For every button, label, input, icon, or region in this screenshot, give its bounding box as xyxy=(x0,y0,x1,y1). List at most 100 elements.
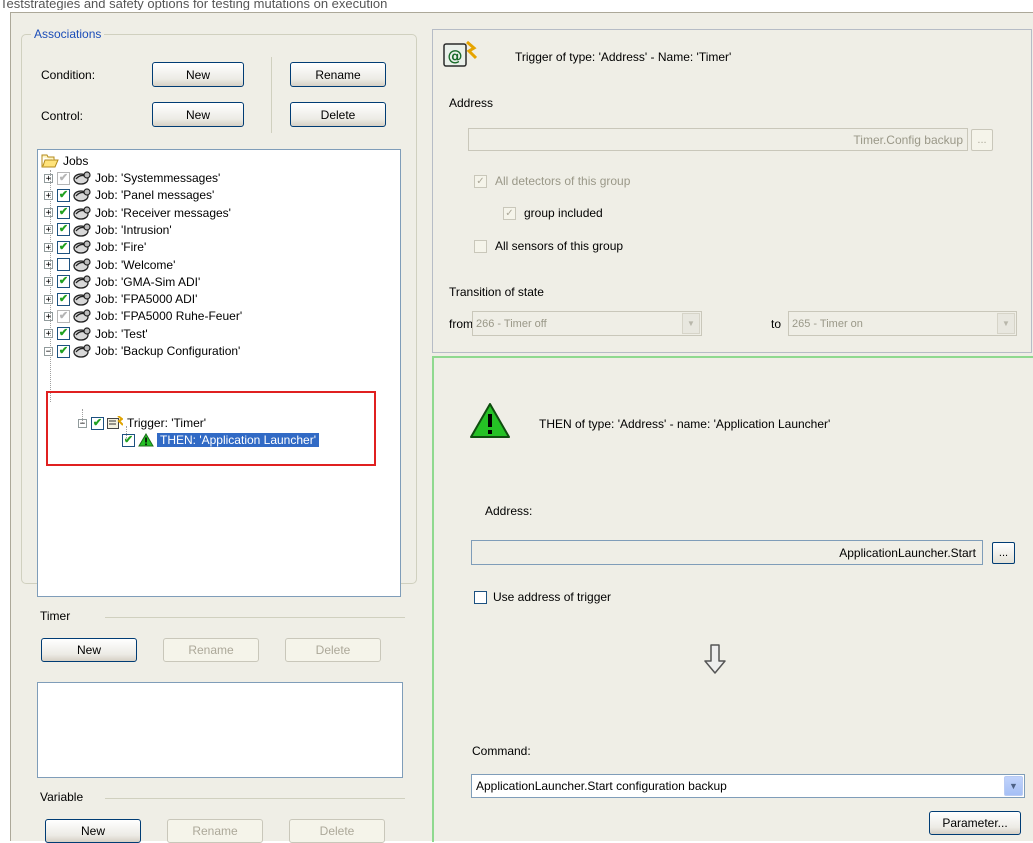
job-label: Job: 'Fire' xyxy=(95,240,147,255)
button-divider xyxy=(271,57,272,133)
group-included-label: group included xyxy=(524,206,603,220)
job-label: Job: 'Panel messages' xyxy=(95,188,215,203)
then-title: THEN of type: 'Address' - name: 'Applica… xyxy=(539,417,831,431)
job-checkbox[interactable]: ✔ xyxy=(57,292,70,306)
variable-new-button[interactable]: New xyxy=(45,819,141,843)
tree-job-node[interactable]: + ✔ Job: 'Receiver messages' xyxy=(44,205,231,221)
job-label: Job: 'Systemmessages' xyxy=(95,171,221,185)
tree-connector xyxy=(50,170,51,402)
timer-legend: Timer xyxy=(40,609,71,623)
tree-job-node[interactable]: + ✔ Job: 'FPA5000 Ruhe-Feuer' xyxy=(44,308,242,324)
job-label: Job: 'GMA-Sim ADI' xyxy=(95,274,201,289)
job-icon xyxy=(73,223,91,237)
expand-icon[interactable]: + xyxy=(44,329,53,339)
command-label: Command: xyxy=(472,744,531,758)
job-checkbox[interactable]: ✔ xyxy=(57,275,70,289)
delete-button[interactable]: Delete xyxy=(290,102,386,127)
timer-rename-button[interactable]: Rename xyxy=(163,638,259,662)
job-icon xyxy=(73,309,91,324)
collapse-icon[interactable]: − xyxy=(44,346,53,356)
job-checkbox[interactable]: ✔ xyxy=(57,240,70,254)
tree-job-node[interactable]: + ✔ Job: 'Systemmessages' xyxy=(44,170,220,186)
tree-root-label: Jobs xyxy=(63,154,89,168)
expand-icon[interactable]: + xyxy=(44,260,53,270)
job-icon xyxy=(73,327,91,341)
tree-job-node[interactable]: + ✔ Job: 'FPA5000 ADI' xyxy=(44,291,197,307)
command-combo[interactable]: ApplicationLauncher.Start configuration … xyxy=(471,774,1025,798)
transition-label: Transition of state xyxy=(449,285,544,299)
all-sensors-label: All sensors of this group xyxy=(495,239,624,253)
use-address-checkbox[interactable] xyxy=(474,591,487,604)
expand-icon[interactable]: + xyxy=(44,225,53,235)
to-state-value: 265 - Timer on xyxy=(792,317,863,330)
all-sensors-checkbox[interactable] xyxy=(474,240,487,253)
svg-text:@: @ xyxy=(448,47,463,65)
expand-icon[interactable]: + xyxy=(44,294,53,304)
job-icon xyxy=(73,344,91,358)
job-checkbox[interactable]: ✔ xyxy=(57,344,70,358)
timer-separator xyxy=(105,617,405,618)
variable-rename-button[interactable]: Rename xyxy=(167,819,263,843)
tree-job-node[interactable]: + ✔ Job: 'GMA-Sim ADI' xyxy=(44,274,200,290)
chevron-down-icon: ▼ xyxy=(682,313,700,334)
chevron-down-icon: ▼ xyxy=(997,313,1015,334)
timer-list[interactable] xyxy=(37,682,403,778)
tree-job-node[interactable]: + ✔ Job: 'Intrusion' xyxy=(44,222,172,238)
job-checkbox[interactable]: ✔ xyxy=(57,188,70,202)
group-included-checkbox[interactable]: ✓ xyxy=(503,207,516,220)
job-checkbox[interactable]: ✔ xyxy=(57,223,70,237)
from-label: from xyxy=(449,317,473,331)
parameter-button[interactable]: Parameter... xyxy=(929,811,1021,835)
expand-icon[interactable]: + xyxy=(44,208,53,218)
chevron-down-icon: ▼ xyxy=(1004,776,1023,796)
tree-job-node[interactable]: + ✔ Job: 'Fire' xyxy=(44,239,146,255)
condition-new-button[interactable]: New xyxy=(152,62,244,87)
tree-job-node[interactable]: + Job: 'Welcome' xyxy=(44,257,175,273)
job-checkbox[interactable] xyxy=(57,258,70,271)
expand-icon[interactable]: + xyxy=(44,242,53,252)
rename-button[interactable]: Rename xyxy=(290,62,386,87)
control-label: Control: xyxy=(41,109,84,123)
highlight-box xyxy=(46,391,376,466)
control-new-button[interactable]: New xyxy=(152,102,244,127)
job-checkbox[interactable]: ✔ xyxy=(57,171,70,185)
job-icon xyxy=(73,171,91,185)
all-detectors-label: All detectors of this group xyxy=(495,174,631,188)
tree-job-node[interactable]: − ✔ Job: 'Backup Configuration' xyxy=(44,343,240,359)
job-label: Job: 'Test' xyxy=(95,326,148,341)
job-label: Job: 'FPA5000 Ruhe-Feuer' xyxy=(95,309,243,324)
then-browse-button[interactable]: ... xyxy=(992,542,1015,564)
job-checkbox[interactable]: ✔ xyxy=(57,206,70,220)
tree-job-node[interactable]: + ✔ Job: 'Test' xyxy=(44,326,148,342)
expand-icon[interactable]: + xyxy=(44,311,53,321)
to-state-combo[interactable]: 265 - Timer on ▼ xyxy=(788,311,1017,336)
all-detectors-checkbox[interactable]: ✓ xyxy=(474,175,487,188)
tree-job-node[interactable]: + ✔ Job: 'Panel messages' xyxy=(44,187,214,203)
job-label: Job: 'Receiver messages' xyxy=(95,205,231,220)
expand-icon[interactable]: + xyxy=(44,190,53,200)
trigger-address-field[interactable]: Timer.Config backup xyxy=(468,128,968,151)
then-address-field[interactable]: ApplicationLauncher.Start xyxy=(471,540,983,565)
window: Associations Condition: New Rename Contr… xyxy=(10,12,1033,843)
from-state-value: 266 - Timer off xyxy=(476,317,547,330)
job-icon xyxy=(73,275,91,289)
timer-new-button[interactable]: New xyxy=(41,638,137,662)
tree-root[interactable]: Jobs xyxy=(41,153,88,169)
from-state-combo[interactable]: 266 - Timer off ▼ xyxy=(472,311,702,336)
trigger-browse-button[interactable]: ... xyxy=(971,129,993,151)
variable-delete-button[interactable]: Delete xyxy=(289,819,385,843)
timer-delete-button[interactable]: Delete xyxy=(285,638,381,662)
then-address-label: Address: xyxy=(485,504,533,518)
top-caption: Teststrategies and safety options for te… xyxy=(0,0,388,10)
expand-icon[interactable]: + xyxy=(44,277,53,287)
expand-icon[interactable]: + xyxy=(44,173,53,183)
job-label: Job: 'FPA5000 ADI' xyxy=(95,292,198,307)
job-checkbox[interactable]: ✔ xyxy=(57,327,70,341)
job-icon xyxy=(73,188,91,202)
trigger-address-label: Address xyxy=(449,96,494,110)
jobs-tree[interactable]: Jobs + ✔ Job: 'Systemmessages' + ✔ Job: 'Pane… xyxy=(37,149,401,597)
job-label: Job: 'Intrusion' xyxy=(95,222,172,237)
then-panel: THEN of type: 'Address' - name: 'Applica… xyxy=(432,356,1033,842)
job-checkbox[interactable]: ✔ xyxy=(57,309,70,323)
warning-large-icon xyxy=(470,403,510,438)
